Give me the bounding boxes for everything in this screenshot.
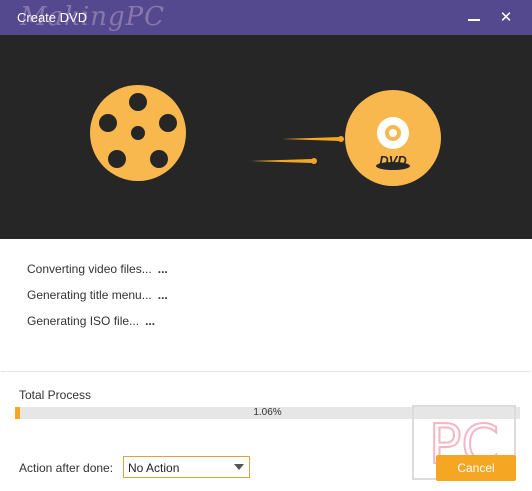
step-item: Generating title menu......	[27, 288, 168, 314]
step-label: Converting video files...	[27, 262, 152, 276]
action-after-done-select[interactable]: No Action	[123, 456, 250, 478]
cancel-button[interactable]: Cancel	[436, 455, 516, 481]
chevron-down-icon	[234, 464, 244, 470]
step-dots: ...	[157, 288, 168, 302]
dvd-disc-icon: DVD	[345, 90, 441, 186]
divider	[1, 371, 531, 372]
step-item: Generating ISO file......	[27, 314, 168, 340]
motion-lines	[250, 136, 344, 164]
banner-illustration: DVD	[90, 85, 441, 186]
film-reel-icon	[90, 85, 186, 181]
select-value: No Action	[128, 461, 180, 475]
step-label: Generating title menu...	[27, 288, 152, 302]
total-process-label: Total Process	[19, 388, 92, 402]
dvd-label: DVD	[379, 153, 407, 168]
title-bar: MakingPC Create DVD ✕	[0, 0, 532, 35]
action-after-done-label: Action after done:	[19, 461, 114, 475]
step-dots: ...	[157, 262, 168, 276]
close-button[interactable]: ✕	[496, 8, 516, 28]
step-label: Generating ISO file...	[27, 314, 140, 328]
window-title: Create DVD	[17, 10, 88, 25]
step-item: Converting video files......	[27, 262, 168, 288]
close-icon: ✕	[499, 9, 513, 26]
steps-list: Converting video files...... Generating …	[27, 262, 168, 340]
minimize-button[interactable]	[464, 8, 484, 28]
step-dots: ...	[145, 314, 156, 328]
banner: DVD	[0, 35, 532, 239]
